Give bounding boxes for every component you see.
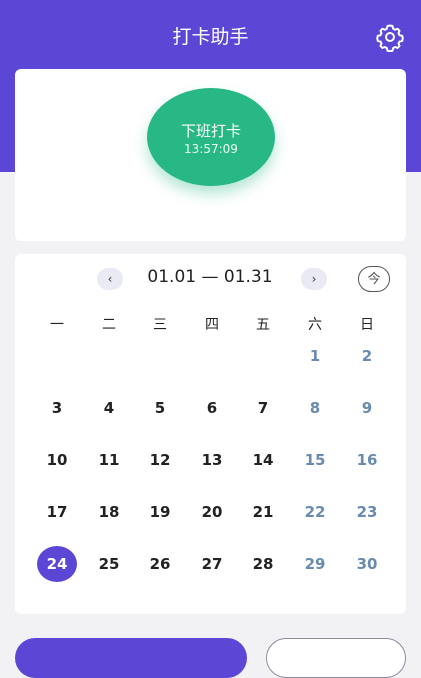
weekday-fri: 五: [256, 317, 270, 333]
calendar-day[interactable]: 17: [39, 496, 75, 528]
prev-month-button[interactable]: ‹: [97, 268, 123, 290]
calendar-day[interactable]: 12: [142, 444, 178, 476]
today-button[interactable]: 今: [358, 266, 390, 292]
calendar-day[interactable]: 25: [91, 548, 127, 580]
calendar-day[interactable]: 10: [39, 444, 75, 476]
punch-time: 13:57:09: [184, 142, 238, 156]
calendar-day[interactable]: 3: [39, 392, 75, 424]
calendar-day[interactable]: 30: [349, 548, 385, 580]
weekday-sat: 六: [308, 317, 322, 333]
punch-card: 下班打卡 13:57:09: [15, 69, 406, 241]
next-month-button[interactable]: ›: [301, 268, 327, 290]
bottom-secondary-button[interactable]: [266, 638, 406, 678]
calendar-day[interactable]: 4: [91, 392, 127, 424]
calendar-day-selected[interactable]: 24: [37, 546, 77, 582]
punch-out-button[interactable]: 下班打卡 13:57:09: [147, 88, 275, 186]
calendar-day[interactable]: 2: [349, 340, 385, 372]
calendar-day[interactable]: 11: [91, 444, 127, 476]
weekday-thu: 四: [205, 317, 219, 333]
weekday-mon: 一: [50, 317, 64, 333]
calendar-day[interactable]: 13: [194, 444, 230, 476]
calendar-day[interactable]: 14: [245, 444, 281, 476]
calendar-day[interactable]: 28: [245, 548, 281, 580]
calendar-day[interactable]: 8: [297, 392, 333, 424]
calendar-day[interactable]: 21: [245, 496, 281, 528]
punch-label: 下班打卡: [180, 122, 241, 140]
calendar-day[interactable]: 23: [349, 496, 385, 528]
calendar-day[interactable]: 27: [194, 548, 230, 580]
calendar-day[interactable]: 7: [245, 392, 281, 424]
settings-gear-icon[interactable]: [375, 22, 405, 53]
calendar-day[interactable]: 22: [297, 496, 333, 528]
calendar-day[interactable]: 1: [297, 340, 333, 372]
calendar-day[interactable]: 5: [142, 392, 178, 424]
calendar-day[interactable]: 19: [142, 496, 178, 528]
bottom-primary-button[interactable]: [15, 638, 247, 678]
calendar-day[interactable]: 26: [142, 548, 178, 580]
calendar-day[interactable]: 18: [91, 496, 127, 528]
calendar-day[interactable]: 9: [349, 392, 385, 424]
calendar-day[interactable]: 15: [297, 444, 333, 476]
page-title: 打卡助手: [172, 26, 249, 48]
calendar-day[interactable]: 29: [297, 548, 333, 580]
weekday-sun: 日: [360, 317, 374, 333]
calendar-day[interactable]: 6: [194, 392, 230, 424]
weekday-tue: 二: [102, 317, 116, 333]
calendar-day[interactable]: 20: [194, 496, 230, 528]
weekday-wed: 三: [153, 317, 167, 333]
calendar-day[interactable]: 16: [349, 444, 385, 476]
month-range: 01.01 — 01.31: [147, 267, 273, 287]
calendar-card: ‹ 01.01 — 01.31 › 今 一 二 三 四 五 六 日 1 2 3 …: [15, 254, 406, 614]
